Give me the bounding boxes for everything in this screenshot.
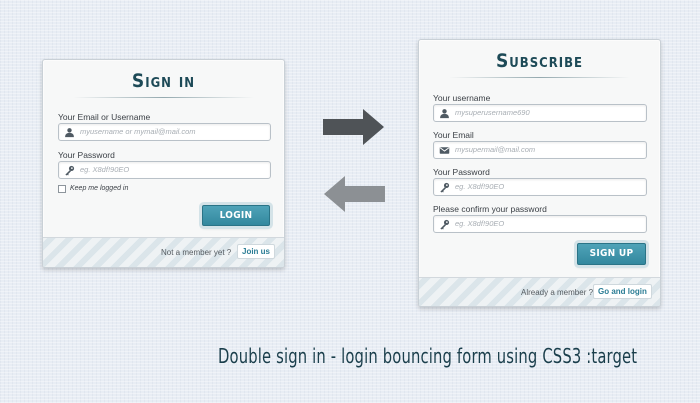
- mail-icon: [439, 147, 450, 154]
- remember-label: Keep me logged in: [70, 185, 129, 192]
- signin-email-placeholder: myusername or mymail@mail.com: [80, 127, 196, 136]
- subscribe-footer-text: Already a member ?: [521, 288, 594, 297]
- signin-password-label: Your Password: [58, 150, 115, 160]
- signin-footer-text: Not a member yet ?: [161, 248, 232, 257]
- key-icon: [440, 219, 450, 230]
- signin-panel: Sign in Your Email or Username myusernam…: [42, 59, 285, 268]
- login-button[interactable]: LOGIN: [202, 205, 270, 226]
- key-icon: [440, 182, 450, 193]
- signin-email-input[interactable]: myusername or mymail@mail.com: [58, 123, 271, 141]
- signin-footer: Not a member yet ? Join us: [43, 237, 284, 267]
- user-icon: [440, 109, 449, 119]
- signin-email-label: Your Email or Username: [58, 112, 151, 122]
- subscribe-username-placeholder: mysuperusername690: [455, 108, 530, 117]
- subscribe-confirm-input[interactable]: eg. X8df!90EO: [433, 215, 647, 233]
- subscribe-email-label: Your Email: [433, 130, 474, 140]
- user-icon: [65, 128, 74, 138]
- arrow-right-icon: [323, 109, 384, 145]
- join-us-link[interactable]: Join us: [237, 244, 276, 259]
- subscribe-email-placeholder: mysupermail@mail.com: [455, 145, 536, 154]
- subscribe-username-label: Your username: [433, 93, 491, 103]
- subscribe-panel: Subscribe Your username mysuperusername6…: [418, 39, 661, 307]
- signin-title-divider: [73, 97, 254, 98]
- signin-title: Sign in: [131, 70, 196, 92]
- subscribe-username-input[interactable]: mysuperusername690: [433, 104, 647, 122]
- go-and-login-link[interactable]: Go and login: [593, 284, 652, 299]
- remember-checkbox[interactable]: [58, 185, 66, 193]
- signin-password-placeholder: eg. X8df!90EO: [80, 165, 130, 174]
- arrow-left-icon: [324, 176, 385, 212]
- subscribe-footer: Already a member ? Go and login: [419, 277, 660, 306]
- subscribe-email-input[interactable]: mysupermail@mail.com: [433, 141, 647, 159]
- signup-button[interactable]: SIGN UP: [577, 243, 646, 265]
- key-icon: [65, 165, 75, 176]
- subscribe-title: Subscribe: [496, 50, 583, 72]
- subscribe-password-placeholder: eg. X8df!90EO: [455, 182, 505, 191]
- subscribe-password-input[interactable]: eg. X8df!90EO: [433, 178, 647, 196]
- subscribe-confirm-placeholder: eg. X8df!90EO: [455, 219, 505, 228]
- subscribe-title-divider: [449, 77, 630, 78]
- signin-password-input[interactable]: eg. X8df!90EO: [58, 161, 271, 179]
- page-caption: Double sign in - login bouncing form usi…: [218, 344, 638, 368]
- subscribe-password-label: Your Password: [433, 167, 490, 177]
- subscribe-confirm-label: Please confirm your password: [433, 204, 547, 214]
